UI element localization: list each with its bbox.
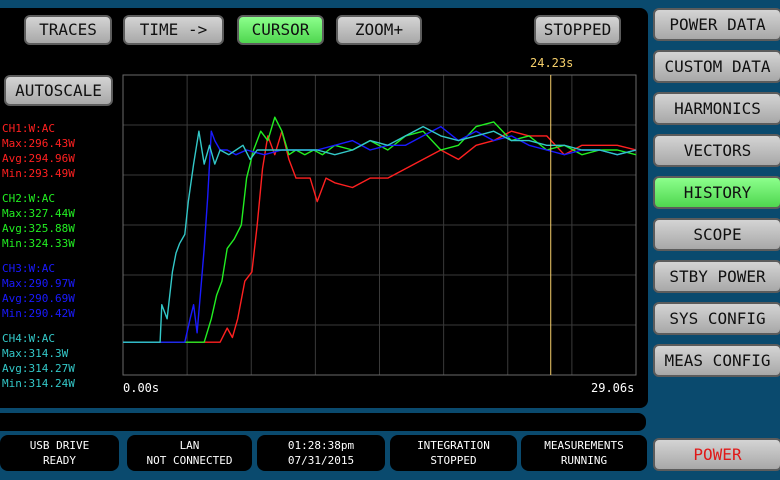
power-data-button[interactable]: POWER DATA [653,8,780,41]
status-label: LAN [179,439,200,452]
stby-power-button[interactable]: STBY POWER [653,260,780,293]
x-axis-start-label: 0.00s [123,381,160,395]
status-label: INTEGRATION [417,439,490,452]
status-value: STOPPED [430,454,477,467]
status-value: NOT CONNECTED [146,454,233,467]
history-button[interactable]: HISTORY [653,176,780,209]
progress-bar [0,413,646,431]
meas-config-button[interactable]: MEAS CONFIG [653,344,780,377]
status-date: 07/31/2015 [287,454,355,467]
status-value: READY [42,454,77,467]
status-label: MEASUREMENTS [544,439,624,452]
x-axis-end-label: 29.06s [591,381,635,395]
power-button[interactable]: POWER [653,438,780,471]
vectors-button[interactable]: VECTORS [653,134,780,167]
plot-grid [122,74,637,376]
lan-status: LAN NOT CONNECTED [127,435,252,471]
sys-config-button[interactable]: SYS CONFIG [653,302,780,335]
scope-button[interactable]: SCOPE [653,218,780,251]
status-label: USB DRIVE [29,439,90,452]
integration-status: INTEGRATION STOPPED [390,435,517,471]
measurements-status: MEASUREMENTS RUNNING [521,435,647,471]
status-value: RUNNING [560,454,608,467]
clock-status: 01:28:38pm 07/31/2015 [257,435,385,471]
usb-drive-status: USB DRIVE READY [0,435,119,471]
status-time: 01:28:38pm [287,439,355,452]
custom-data-button[interactable]: CUSTOM DATA [653,50,780,83]
harmonics-button[interactable]: HARMONICS [653,92,780,125]
history-plot[interactable] [0,0,650,410]
